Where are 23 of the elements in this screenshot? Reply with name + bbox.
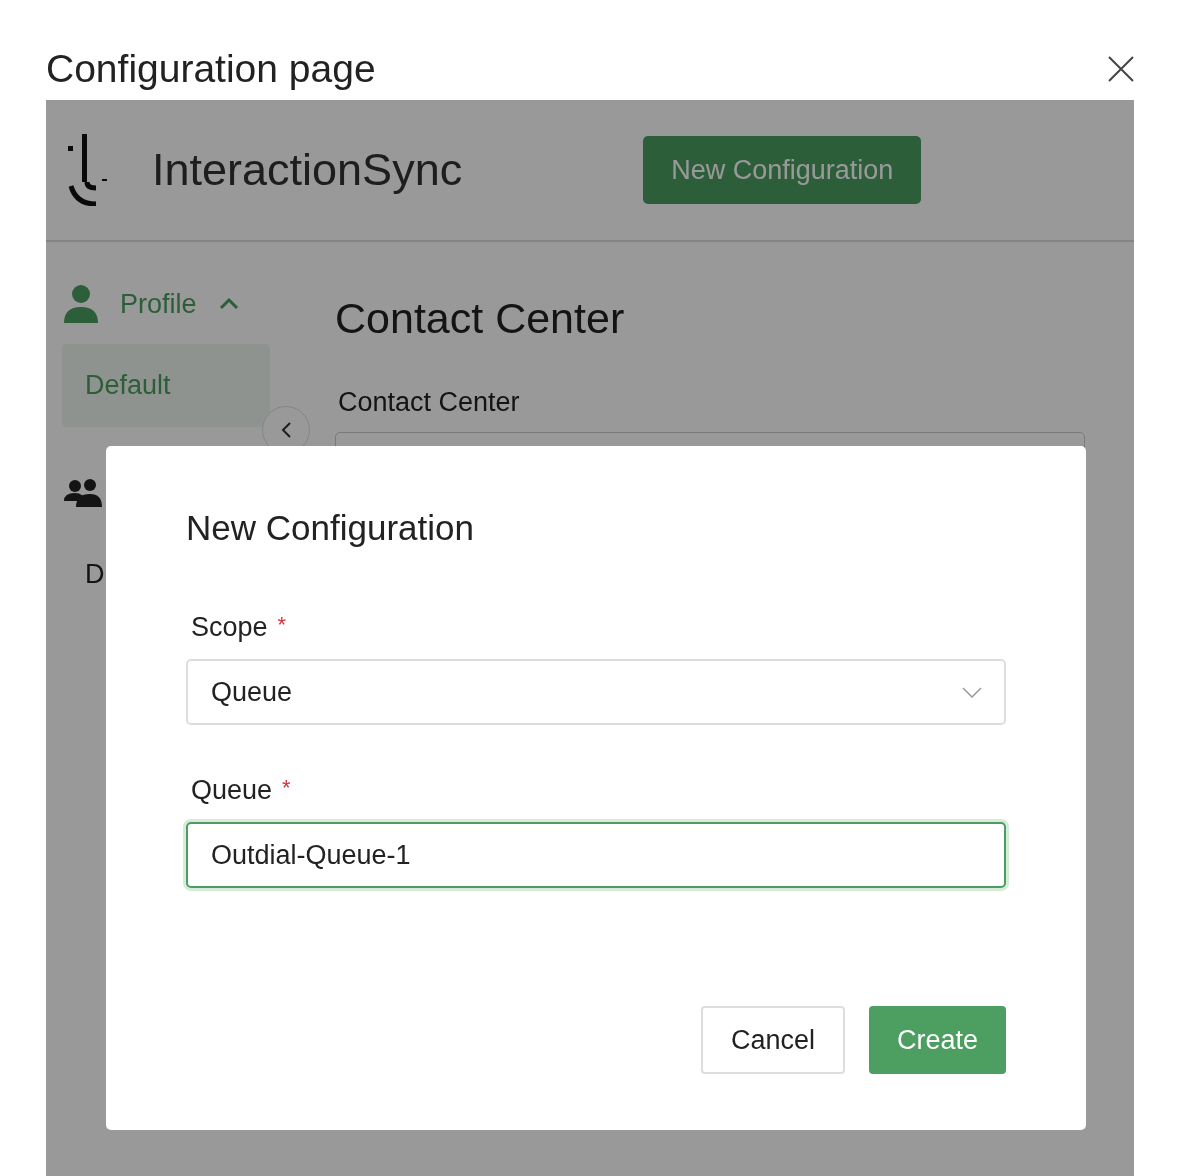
sidebar-group[interactable]: Profile: [120, 288, 197, 320]
input-field[interactable]: Outdial-Queue-1: [186, 822, 1006, 888]
cancel-button[interactable]: Cancel: [700, 1006, 845, 1074]
scope-select[interactable]: Queue: [186, 659, 1006, 725]
required-mark: *: [277, 612, 287, 638]
modal-title: New Configuration: [186, 508, 475, 548]
section-heading: Contact Center: [335, 294, 626, 343]
dialog-title: Configuration page: [46, 47, 376, 91]
field-label: Contact Center: [337, 387, 521, 418]
create-button[interactable]: Create: [868, 1006, 1006, 1074]
sidebar-item[interactable]: Default: [62, 344, 270, 427]
new-configuration-button[interactable]: New Configuration: [643, 136, 922, 204]
chevron-up-icon[interactable]: [218, 298, 239, 310]
chevron-down-icon: [962, 686, 982, 698]
brand-name: InteractionSync: [152, 144, 463, 196]
person-icon: [64, 285, 98, 323]
people-icon: [64, 479, 102, 507]
logo-icon: [68, 134, 108, 206]
chevron-left-icon: [280, 421, 292, 439]
required-mark: *: [282, 775, 291, 801]
field-label: Queue: [191, 775, 273, 806]
close-button[interactable]: [1106, 54, 1136, 84]
field-label: Scope: [191, 612, 268, 643]
